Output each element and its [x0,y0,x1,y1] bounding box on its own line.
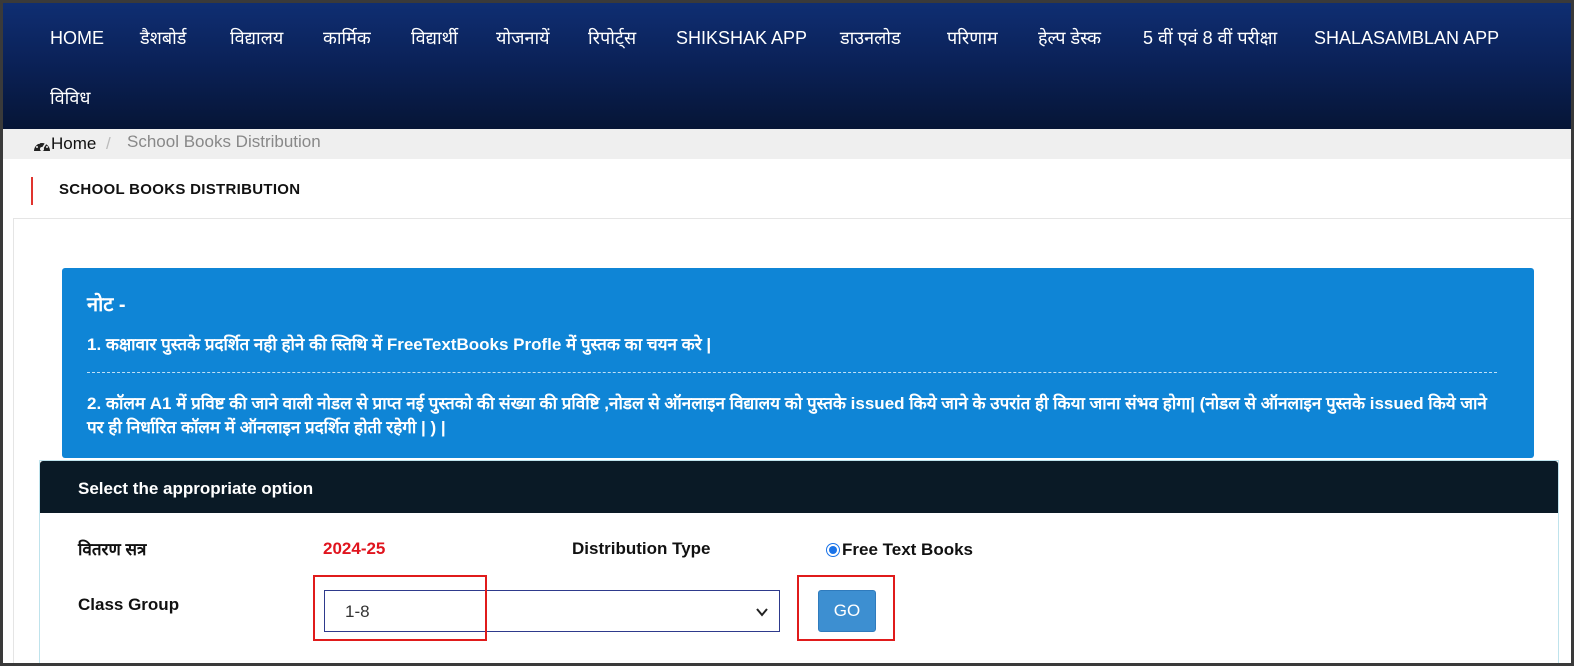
note-line-2: 2. कॉलम A1 में प्रविष्ट की जाने वाली नोड… [87,394,1487,437]
class-group-highlight-box [313,575,487,641]
nav-results[interactable]: परिणाम [947,23,998,53]
dashboard-gauge-icon [34,140,50,151]
nav-students[interactable]: विद्यार्थी [411,23,458,53]
session-label: वितरण सत्र [78,540,147,559]
option-panel-header: Select the appropriate option [40,461,1558,513]
option-panel: Select the appropriate option वितरण सत्र… [39,460,1559,663]
nav-reports[interactable]: रिपोर्ट्स [588,23,636,53]
breadcrumb: Home / School Books Distribution [3,129,1571,159]
note-box: नोट - 1. कक्षावार पुस्तके प्रदर्शित नही … [62,268,1534,458]
nav-shalasamblan-app[interactable]: SHALASAMBLAN APP [1314,23,1499,53]
nav-exam-5-8[interactable]: 5 वीं एवं 8 वीं परीक्षा [1143,23,1277,53]
note-title: नोट - [87,294,126,316]
go-button-highlight-box [797,575,895,641]
free-text-books-radio[interactable]: Free Text Books [826,540,973,560]
nav-staff[interactable]: कार्मिक [323,23,371,53]
nav-dashboard[interactable]: डैशबोर्ड [140,23,186,53]
class-group-label: Class Group [78,595,180,614]
note-divider [87,372,1497,373]
page-header: SCHOOL BOOKS DISTRIBUTION [13,159,1571,219]
distribution-type-label: Distribution Type [572,539,711,558]
note-line-1: 1. कक्षावार पुस्तके प्रदर्शित नही होने क… [87,335,712,354]
nav-help-desk[interactable]: हेल्प डेस्क [1038,23,1101,53]
free-text-books-label: Free Text Books [842,540,974,559]
radio-selected-icon[interactable] [826,543,840,557]
option-panel-title: Select the appropriate option [78,479,314,498]
session-value: 2024-25 [323,539,386,558]
nav-shikshak-app[interactable]: SHIKSHAK APP [676,23,807,53]
page-frame: HOME डैशबोर्ड विद्यालय कार्मिक विद्यार्थ… [0,0,1574,666]
nav-school[interactable]: विद्यालय [230,23,283,53]
page-title: SCHOOL BOOKS DISTRIBUTION [59,181,301,198]
main-navbar: HOME डैशबोर्ड विद्यालय कार्मिक विद्यार्थ… [3,3,1571,129]
page-title-accent [31,177,33,205]
breadcrumb-separator: / [106,134,111,153]
nav-miscellaneous[interactable]: विविध [50,83,90,113]
breadcrumb-current: School Books Distribution [127,132,321,151]
chevron-down-icon [756,608,768,617]
nav-schemes[interactable]: योजनायें [496,23,550,53]
nav-home[interactable]: HOME [50,23,104,53]
breadcrumb-home-link[interactable]: Home [51,134,96,154]
nav-download[interactable]: डाउनलोड [840,23,901,53]
